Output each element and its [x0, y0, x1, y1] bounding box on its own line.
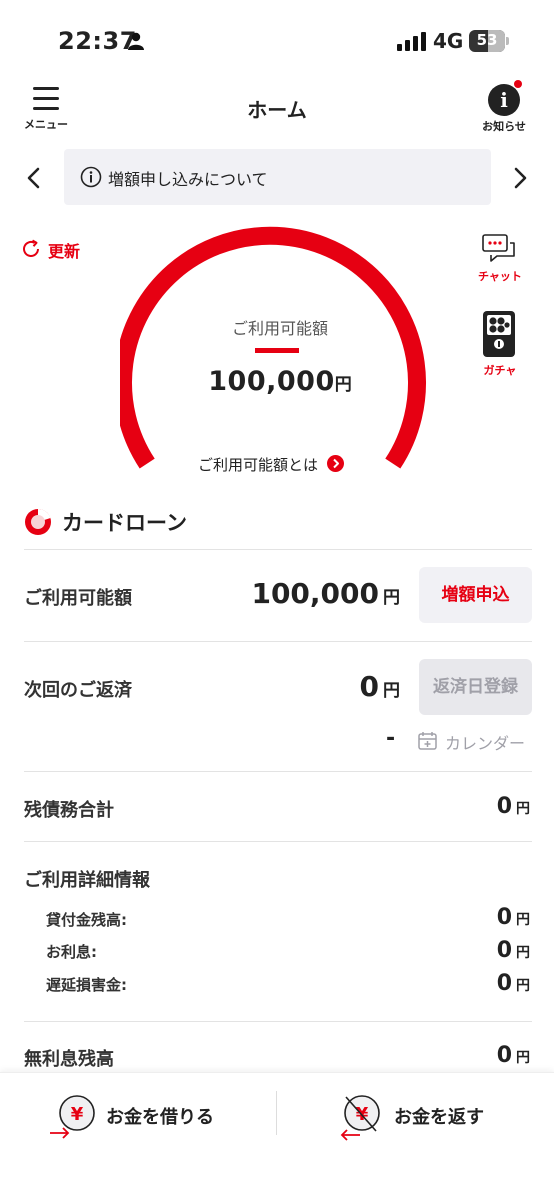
refresh-label: 更新: [48, 242, 81, 261]
help-link-label: ご利用可能額とは: [198, 456, 319, 474]
battery-level: 53: [476, 31, 498, 49]
news-button[interactable]: i お知らせ: [478, 80, 530, 134]
interest-number: 0: [496, 938, 512, 963]
status-bar: 22:37 4G 53: [0, 0, 554, 80]
banner-text: 増額申し込みについて: [108, 170, 268, 189]
calendar-add-icon: [418, 732, 437, 750]
divider: [24, 1021, 532, 1022]
gacha-button[interactable]: ガチャ: [472, 308, 528, 380]
chat-button[interactable]: チャット: [472, 232, 528, 288]
late-fee-label: 遅延損害金:: [46, 976, 127, 994]
divider: [24, 641, 532, 642]
page-title: ホーム: [247, 98, 307, 122]
card-loan-icon: [25, 508, 51, 535]
loan-balance-number: 0: [496, 905, 512, 930]
battery-icon: 53: [469, 30, 509, 52]
refresh-icon: [23, 239, 39, 257]
total-debt-value: 0円: [497, 794, 530, 819]
gauge-caption: ご利用可能額: [231, 319, 328, 338]
gauge-amount: 100,000: [208, 366, 335, 397]
chat-icon: [482, 234, 515, 262]
currency-unit: 円: [383, 681, 400, 701]
gacha-machine-icon: [483, 311, 515, 357]
announcement-banner[interactable]: 増額申し込みについて: [64, 149, 491, 205]
interest-free-balance-label: 無利息残高: [24, 1049, 114, 1070]
next-payment-date: -: [386, 726, 396, 751]
available-amount-number: 100,000: [251, 577, 379, 610]
repay-money-button[interactable]: ¥ お金を返す: [336, 1091, 536, 1141]
notification-dot: [514, 80, 522, 88]
news-label: お知らせ: [482, 120, 526, 133]
gauge-divider: [255, 348, 299, 353]
divider: [24, 549, 532, 550]
available-amount-gauge: ご利用可能額 100,000円 ご利用可能額とは: [120, 220, 440, 480]
available-amount-label: ご利用可能額: [24, 588, 132, 609]
interest-free-balance-value: 0円: [497, 1043, 530, 1068]
interest-free-number: 0: [496, 1043, 512, 1068]
total-debt-label: 残債務合計: [24, 800, 114, 821]
network-type: 4G: [433, 29, 464, 53]
circle-arrow-right-icon: [327, 455, 345, 472]
card-loan-title: カードローン: [62, 511, 187, 535]
chat-label: チャット: [478, 270, 522, 283]
interest-value: 0円: [497, 938, 530, 963]
currency-unit: 円: [516, 945, 530, 961]
divider: [24, 771, 532, 772]
chevron-left-icon[interactable]: [24, 166, 44, 190]
status-time: 22:37: [58, 27, 137, 55]
late-fee-value: 0円: [497, 971, 530, 996]
repay-money-label: お金を返す: [394, 1107, 484, 1128]
currency-unit: 円: [516, 1050, 530, 1066]
gauge-currency: 円: [334, 375, 352, 395]
currency-unit: 円: [516, 801, 530, 817]
gacha-label: ガチャ: [483, 364, 517, 377]
repay-yen-icon: ¥: [340, 1095, 380, 1141]
loan-balance-value: 0円: [497, 905, 530, 930]
currency-unit: 円: [383, 588, 400, 608]
next-payment-label: 次回のご返済: [24, 680, 132, 701]
available-amount-help-link[interactable]: ご利用可能額とは: [198, 454, 345, 478]
info-icon: [80, 166, 102, 188]
bottom-action-bar: ¥ お金を借りる ¥ お金を返す: [0, 1072, 554, 1200]
borrow-yen-icon: ¥: [50, 1095, 95, 1139]
interest-label: お利息:: [46, 943, 97, 961]
register-repayment-date-button[interactable]: 返済日登録: [419, 659, 532, 715]
borrow-money-button[interactable]: ¥ お金を借りる: [48, 1091, 248, 1141]
person-icon: [128, 32, 144, 50]
chevron-right-icon[interactable]: [510, 166, 530, 190]
next-payment-number: 0: [359, 670, 379, 703]
calendar-label: カレンダー: [445, 734, 526, 753]
info-icon: i: [488, 84, 520, 116]
borrow-money-label: お金を借りる: [106, 1107, 214, 1128]
usage-details-label: ご利用詳細情報: [24, 870, 150, 891]
late-fee-number: 0: [496, 971, 512, 996]
total-debt-number: 0: [496, 794, 512, 819]
increase-limit-button[interactable]: 増額申込: [419, 567, 532, 623]
svg-text:¥: ¥: [71, 1104, 84, 1125]
currency-unit: 円: [516, 978, 530, 994]
signal-icon: [397, 32, 426, 51]
currency-unit: 円: [516, 912, 530, 928]
available-amount-value: 100,000 円: [251, 577, 400, 610]
next-payment-value: 0円: [360, 670, 400, 703]
divider: [24, 841, 532, 842]
loan-balance-label: 貸付金残高:: [46, 911, 127, 929]
divider: [276, 1091, 277, 1135]
